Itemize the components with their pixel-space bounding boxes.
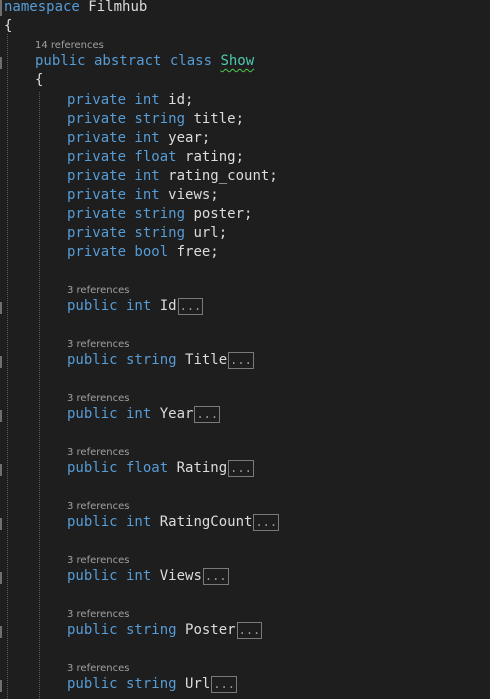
property-line[interactable]: public int Year...: [67, 405, 221, 424]
property-name: Views: [159, 568, 202, 584]
class-references-lens[interactable]: 14 references: [35, 39, 104, 52]
class-open-brace[interactable]: {: [35, 71, 43, 90]
property-references-lens[interactable]: 3 references: [67, 284, 130, 297]
property-references-lens[interactable]: 3 references: [67, 446, 130, 459]
class-declaration-line[interactable]: public abstract class Show: [35, 52, 254, 71]
property-line[interactable]: public string Poster...: [67, 621, 263, 640]
property-line[interactable]: public int RatingCount...: [67, 513, 280, 532]
property-references-lens[interactable]: 3 references: [67, 662, 130, 675]
property-line[interactable]: public int Id...: [67, 297, 204, 316]
property-modifiers: public float: [67, 460, 169, 476]
collapsed-block-button[interactable]: ...: [228, 352, 254, 369]
field-name: rating;: [185, 149, 245, 165]
gutter-mark: [0, 302, 2, 314]
field-modifiers: private int: [67, 187, 160, 203]
class-name[interactable]: Show: [220, 53, 254, 69]
property-line[interactable]: public float Rating...: [67, 459, 254, 478]
field-modifiers: private int: [67, 130, 160, 146]
field-name: id;: [168, 92, 194, 108]
field-line[interactable]: private float rating;: [67, 148, 244, 167]
property-modifiers: public int: [67, 568, 152, 584]
collapsed-block-button[interactable]: ...: [236, 622, 263, 639]
property-name: Poster: [185, 622, 236, 638]
property-references-lens[interactable]: 3 references: [67, 500, 130, 513]
field-name: free;: [176, 244, 219, 260]
collapsed-block-button[interactable]: ...: [194, 406, 221, 423]
field-modifiers: private float: [67, 149, 177, 165]
property-line[interactable]: public string Title...: [67, 351, 254, 370]
namespace-keyword: namespace: [4, 0, 80, 15]
field-line[interactable]: private string url;: [67, 224, 227, 243]
property-references-lens[interactable]: 3 references: [67, 554, 130, 567]
field-modifiers: private string: [67, 206, 186, 222]
property-modifiers: public int: [67, 298, 152, 314]
property-references-lens[interactable]: 3 references: [67, 392, 130, 405]
indent-guide: [7, 34, 8, 699]
property-references-lens[interactable]: 3 references: [67, 608, 130, 621]
property-modifiers: public int: [67, 406, 152, 422]
field-line[interactable]: private bool free;: [67, 243, 219, 262]
collapsed-block-button[interactable]: ...: [202, 568, 229, 585]
field-modifiers: private bool: [67, 244, 169, 260]
field-modifiers: private string: [67, 225, 186, 241]
property-line[interactable]: public string Url...: [67, 675, 237, 694]
gutter-mark: [0, 626, 2, 638]
field-modifiers: private string: [67, 111, 186, 127]
field-line[interactable]: private int id;: [67, 91, 193, 110]
field-name: url;: [193, 225, 228, 241]
property-modifiers: public int: [67, 514, 152, 530]
code-editor[interactable]: namespace Filmhub { 14 references public…: [0, 0, 490, 699]
field-line[interactable]: private int views;: [67, 186, 219, 205]
gutter-mark: [0, 464, 2, 476]
property-name: Year: [159, 406, 194, 422]
field-name: views;: [168, 187, 219, 203]
namespace-line[interactable]: namespace Filmhub: [4, 0, 147, 17]
gutter-mark: [0, 0, 2, 16]
property-modifiers: public string: [67, 676, 177, 692]
property-name: Url: [185, 676, 211, 692]
field-name: poster;: [193, 206, 253, 222]
field-line[interactable]: private int year;: [67, 129, 210, 148]
field-line[interactable]: private string poster;: [67, 205, 252, 224]
field-modifiers: private int: [67, 168, 160, 184]
property-name: RatingCount: [159, 514, 253, 530]
property-line[interactable]: public int Views...: [67, 567, 229, 586]
gutter-mark: [0, 57, 2, 69]
property-modifiers: public string: [67, 352, 177, 368]
property-modifiers: public string: [67, 622, 177, 638]
field-line[interactable]: private int rating_count;: [67, 167, 278, 186]
gutter-mark: [0, 572, 2, 584]
property-name: Id: [159, 298, 177, 314]
property-name: Title: [185, 352, 228, 368]
indent-guide: [39, 92, 40, 699]
namespace-open-brace[interactable]: {: [4, 17, 12, 36]
gutter-mark: [0, 410, 2, 422]
class-modifiers: public abstract class: [35, 53, 213, 69]
gutter-mark: [0, 518, 2, 530]
gutter-mark: [0, 680, 2, 692]
property-references-lens[interactable]: 3 references: [67, 338, 130, 351]
namespace-name: Filmhub: [88, 0, 148, 15]
field-name: rating_count;: [168, 168, 278, 184]
gutter-mark: [0, 356, 2, 368]
collapsed-block-button[interactable]: ...: [228, 460, 254, 477]
collapsed-block-button[interactable]: ...: [253, 514, 280, 531]
property-name: Rating: [176, 460, 228, 476]
field-name: year;: [168, 130, 211, 146]
field-modifiers: private int: [67, 92, 160, 108]
collapsed-block-button[interactable]: ...: [177, 298, 204, 315]
field-line[interactable]: private string title;: [67, 110, 244, 129]
collapsed-block-button[interactable]: ...: [211, 676, 237, 693]
field-name: title;: [193, 111, 245, 127]
